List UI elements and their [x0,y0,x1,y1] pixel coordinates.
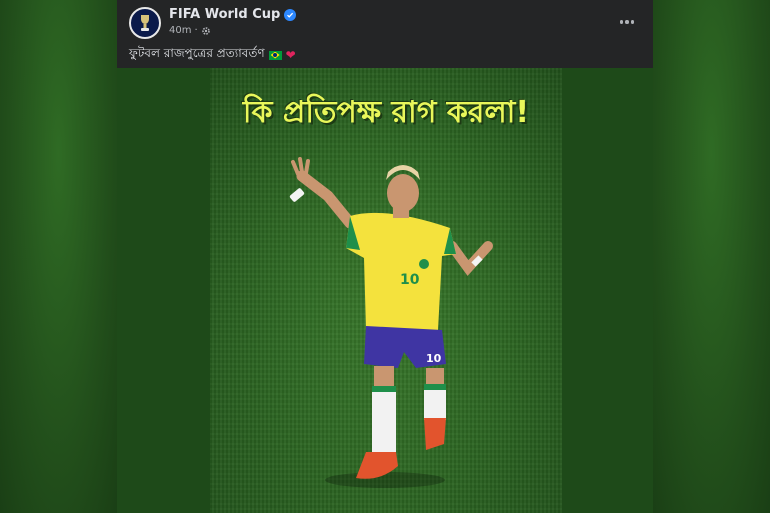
verified-badge-icon [284,8,297,21]
red-heart-icon: ❤ [285,48,296,62]
page-name-label[interactable]: FIFA World Cup [169,7,280,22]
shorts-number: 10 [426,352,442,365]
post-card: FIFA World Cup 40m · ফুটবল রাজপুত্রের প্… [117,0,653,513]
page-name[interactable]: FIFA World Cup [169,7,297,22]
background-right [653,0,770,513]
brazil-flag-icon [268,50,282,60]
caption-text: ফুটবল রাজপুত্রের প্রত্যাবর্তণ [129,46,265,60]
background-left [0,0,117,513]
player-illustration: 10 10 [289,157,493,488]
jersey-number: 10 [400,272,420,288]
avatar[interactable] [129,7,161,39]
more-dot-icon [630,20,635,24]
more-dot-icon [625,20,629,24]
post-media[interactable]: কি প্রতিপক্ষ রাগ করলা! 10 10 [117,68,653,513]
meta-separator: · [194,25,198,36]
post-photo[interactable]: কি প্রতিপক্ষ রাগ করলা! 10 10 [210,68,562,513]
more-dot-icon [619,20,624,24]
more-options-button[interactable] [617,12,637,32]
trophy-logo-icon [141,15,149,31]
post-header: FIFA World Cup 40m · ফুটবল রাজপুত্রের প্… [117,0,653,68]
gear-icon [201,26,210,35]
post-timestamp[interactable]: 40m [169,25,191,36]
post-meta: 40m · [169,25,211,36]
post-caption: ফুটবল রাজপুত্রের প্রত্যাবর্তণ ❤ [129,45,296,65]
